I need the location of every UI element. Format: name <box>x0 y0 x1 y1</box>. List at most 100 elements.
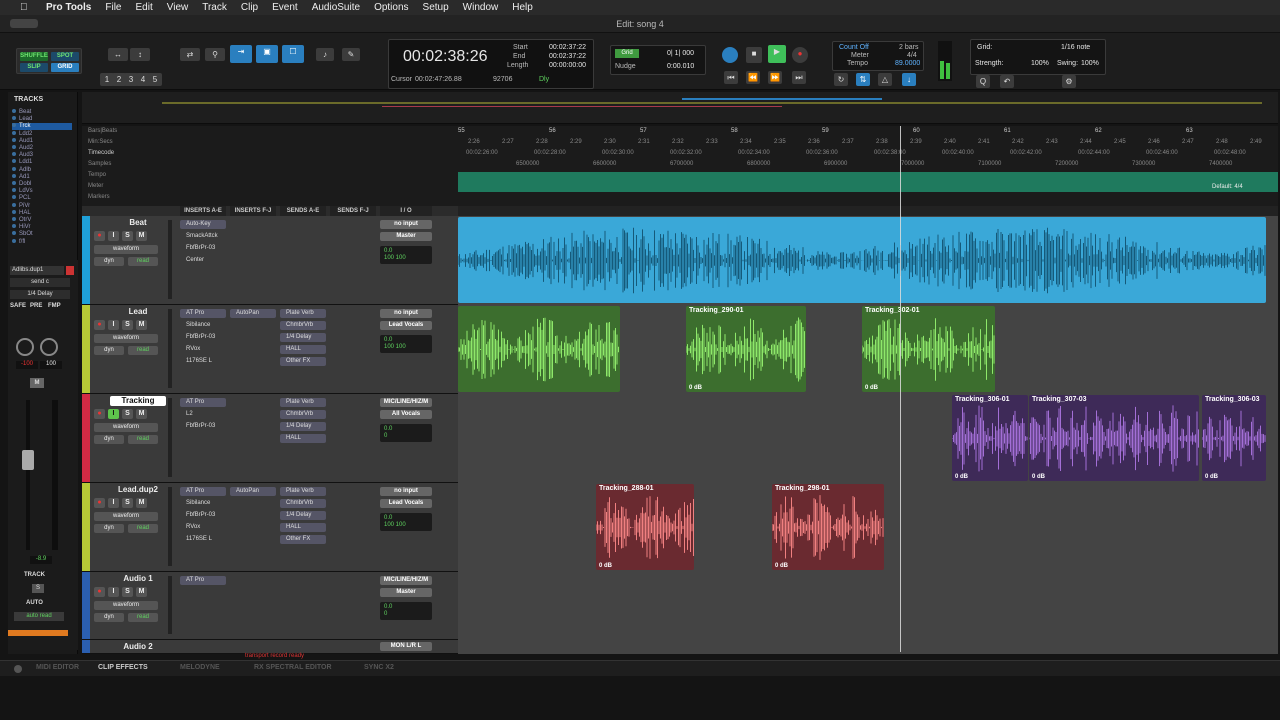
ruler-timecode[interactable]: Timecode <box>88 150 114 156</box>
playlist-mode[interactable]: dyn <box>94 257 124 266</box>
shuffle-mode-button[interactable]: SHUFFLE <box>20 52 48 61</box>
stop-icon[interactable]: ■ <box>746 47 762 63</box>
track-view-select[interactable]: waveform <box>94 601 158 610</box>
automation-mode[interactable]: read <box>128 257 158 266</box>
insert-slot[interactable]: FbfBrPr-03 <box>180 244 226 253</box>
zoom-toggle-icon[interactable]: ⇄ <box>180 48 200 61</box>
output-select[interactable]: Lead Vocals <box>380 499 432 508</box>
output-select[interactable]: Master <box>380 232 432 241</box>
nudge-value[interactable]: 0:00.010 <box>667 63 694 70</box>
input-monitor-button[interactable]: I <box>108 498 119 508</box>
solo-button[interactable]: S <box>122 409 133 419</box>
universe-view[interactable] <box>82 92 1278 124</box>
menu-audiosuite[interactable]: AudioSuite <box>312 2 360 13</box>
track-list-item[interactable]: Ad1 <box>12 173 72 181</box>
input-monitor-button[interactable]: I <box>108 231 119 241</box>
col-io[interactable]: I / O <box>380 206 432 216</box>
scrubber-tool-icon[interactable]: ♪ <box>316 48 334 61</box>
send-slot[interactable]: Plate Verb <box>280 309 326 318</box>
menu-event[interactable]: Event <box>272 2 298 13</box>
playhead-cursor[interactable] <box>900 126 901 652</box>
track-list-item[interactable]: Adlb <box>12 166 72 174</box>
send-slot[interactable]: 1/4 Delay <box>280 333 326 342</box>
track-visibility-dot[interactable] <box>12 159 16 164</box>
insert-slot[interactable]: AT Pro <box>180 576 226 585</box>
return-to-zero-icon[interactable]: ⏮ <box>724 71 738 84</box>
strip-solo-button[interactable]: S <box>32 584 44 593</box>
output-select[interactable]: Master <box>380 588 432 597</box>
track-visibility-dot[interactable] <box>12 217 16 221</box>
audio-clip[interactable]: Tracking_298-01 0 dB <box>772 484 884 570</box>
online-icon[interactable] <box>722 47 738 63</box>
track-visibility-dot[interactable] <box>12 123 16 128</box>
col-sends-fj[interactable]: SENDS F-J <box>330 206 376 216</box>
track-visibility-dot[interactable] <box>12 152 16 157</box>
main-counter[interactable]: 00:02:38:26 <box>403 48 488 66</box>
track-list-item[interactable]: SbOt <box>12 231 72 238</box>
strip-safe-button[interactable]: SAFE <box>10 303 26 309</box>
strength-value[interactable]: 100% <box>1031 60 1049 67</box>
ruler-min-secs[interactable]: Min:Secs <box>88 139 113 145</box>
fast-forward-icon[interactable]: ⏩ <box>768 71 782 84</box>
strip-fmp-button[interactable]: FMP <box>48 303 61 309</box>
track-name[interactable]: Audio 2 <box>110 642 166 652</box>
track-visibility-dot[interactable] <box>12 195 16 200</box>
send-slot[interactable]: 1/4 Delay <box>280 511 326 520</box>
audio-clip[interactable] <box>458 306 620 392</box>
mute-button[interactable]: M <box>136 587 147 597</box>
pan-value[interactable]: 100 100 <box>384 255 428 262</box>
zoomer-tool-icon[interactable]: ⚲ <box>205 48 225 61</box>
track-visibility-dot[interactable] <box>12 173 16 178</box>
spot-mode-button[interactable]: SPOT <box>51 52 79 61</box>
menu-view[interactable]: View <box>167 2 189 13</box>
track-list-item[interactable]: LdVs <box>12 188 72 195</box>
insert-slot[interactable]: RVox <box>180 345 226 354</box>
strip-send-dest[interactable]: 1/4 Delay <box>10 290 70 299</box>
playlist-mode[interactable]: dyn <box>94 435 124 444</box>
ruler-bars-beats[interactable]: Bars|Beats <box>88 128 117 134</box>
strip-track-name[interactable]: Adlibs.dup1 <box>10 266 64 275</box>
clip-gain[interactable]: 0 dB <box>955 474 968 480</box>
insert-fj-slot[interactable]: AutoPan <box>230 487 276 496</box>
swing-value[interactable]: 100% <box>1081 60 1099 67</box>
grid-note-value[interactable]: 1/16 note <box>1061 44 1090 51</box>
send-slot[interactable]: 1/4 Delay <box>280 422 326 431</box>
track-visibility-dot[interactable] <box>12 145 16 149</box>
grid-value[interactable]: 0| 1| 000 <box>667 50 694 57</box>
track-visibility-dot[interactable] <box>12 238 16 243</box>
tempo-meter-lane[interactable] <box>458 172 1278 192</box>
tab-sync-x2[interactable]: SYNC X2 <box>364 664 394 671</box>
track-list-item[interactable]: Aud3 <box>12 152 72 159</box>
mute-button[interactable]: M <box>136 320 147 330</box>
selector-tool-icon[interactable]: ▣ <box>256 45 278 63</box>
insert-slot[interactable]: Center <box>180 256 226 265</box>
link-icon[interactable]: ⇅ <box>856 73 870 86</box>
automation-mode[interactable]: read <box>128 435 158 444</box>
track-list-item[interactable]: f/fl <box>12 238 72 246</box>
track-visibility-dot[interactable] <box>12 181 16 185</box>
input-select[interactable]: MIC/LINE/HIZ/M <box>380 576 432 585</box>
send-slot[interactable]: ChmbrVrb <box>280 321 326 330</box>
volume-value[interactable]: 0.0 <box>384 426 428 433</box>
input-monitor-button[interactable]: I <box>108 587 119 597</box>
menu-help[interactable]: Help <box>512 2 533 13</box>
input-select[interactable]: MIC/LINE/HIZ/M <box>380 398 432 407</box>
grid-toggle[interactable]: Grid <box>615 49 639 58</box>
record-enable-button[interactable]: ● <box>94 231 105 241</box>
menu-file[interactable]: File <box>105 2 121 13</box>
input-select[interactable]: no input <box>380 220 432 229</box>
midi-merge-icon[interactable]: ↓ <box>902 73 916 86</box>
solo-button[interactable]: S <box>122 587 133 597</box>
track-visibility-dot[interactable] <box>12 130 16 135</box>
tab-clip-effects[interactable]: CLIP EFFECTS <box>98 664 148 671</box>
audio-clip[interactable]: Tracking_290-01 0 dB <box>686 306 806 392</box>
tab-rx-spectral-editor[interactable]: RX SPECTRAL EDITOR <box>254 664 332 671</box>
send-slot[interactable]: ChmbrVrb <box>280 499 326 508</box>
pan-left-knob[interactable] <box>16 338 34 356</box>
count-off-label[interactable]: Count Off <box>839 44 869 51</box>
send-slot[interactable]: Plate Verb <box>280 398 326 407</box>
auto-mode-select[interactable]: auto read <box>14 612 64 621</box>
dock-toggle-icon[interactable] <box>14 665 22 673</box>
playlist-mode[interactable]: dyn <box>94 524 124 533</box>
insert-slot[interactable]: AT Pro <box>180 398 226 407</box>
